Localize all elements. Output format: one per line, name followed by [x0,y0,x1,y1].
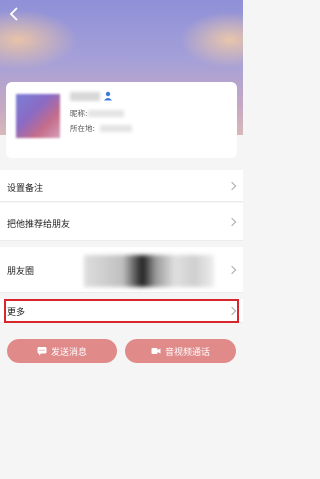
send-message-button[interactable]: 发送消息 [7,339,117,363]
chevron-left-icon [9,7,18,21]
recommend-friend-label: 把他推荐给朋友 [7,220,71,230]
set-remark-label: 设置备注 [7,184,44,194]
video-camera-icon [151,348,161,354]
video-call-label: 音视频通话 [164,347,210,358]
nickname-value-blurred [88,110,124,117]
video-call-button[interactable]: 音视频通话 [125,339,236,363]
location-label: 所在地: [70,124,96,133]
more-row-highlight-box [4,299,239,323]
chevron-right-icon [227,265,237,275]
avatar[interactable] [16,94,60,138]
chevron-right-icon [227,217,237,227]
chat-bubble-icon [37,347,47,356]
chevron-right-icon [227,181,237,191]
send-message-label: 发送消息 [50,347,87,358]
nickname-blurred [70,92,100,101]
location-value-blurred [100,125,132,132]
nickname-label: 昵称: [70,109,88,118]
row-moments[interactable]: 朋友圈 [0,247,243,293]
moments-label: 朋友圈 [7,267,35,277]
back-button[interactable] [4,6,24,26]
profile-card: 昵称: 所在地: [6,82,237,158]
moments-thumbnails-blurred [84,255,214,287]
user-icon [104,91,112,101]
row-set-remark[interactable]: 设置备注 [0,170,243,202]
row-recommend-friend[interactable]: 把他推荐给朋友 [0,203,243,241]
